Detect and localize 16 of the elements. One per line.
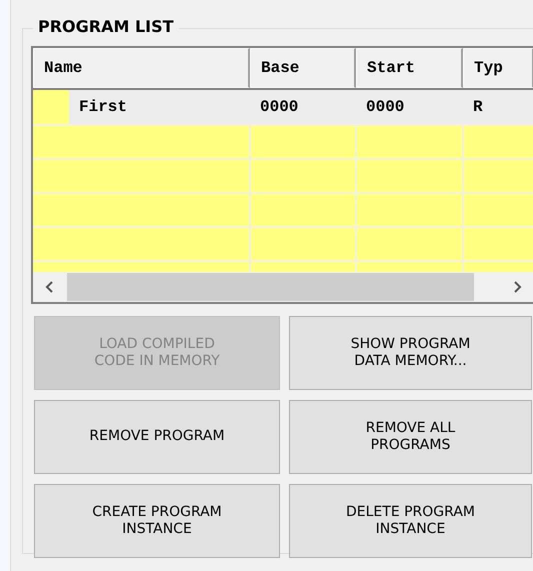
table-cell: 0000: [260, 98, 298, 116]
table-cell: 0000: [366, 98, 404, 116]
action-button[interactable]: DELETE PROGRAM INSTANCE: [289, 484, 532, 558]
table-cell: R: [473, 98, 483, 116]
column-header[interactable]: Base: [250, 48, 356, 88]
action-button[interactable]: REMOVE ALL PROGRAMS: [289, 400, 532, 474]
column-header[interactable]: Start: [356, 48, 463, 88]
column-header[interactable]: Name: [33, 48, 250, 88]
column-header[interactable]: Typ: [463, 48, 533, 88]
action-button[interactable]: REMOVE PROGRAM: [34, 400, 280, 474]
table-cell: First: [79, 98, 128, 116]
action-button[interactable]: CREATE PROGRAM INSTANCE: [34, 484, 280, 558]
table-row[interactable]: First 0000 0000 R: [33, 90, 533, 124]
action-button[interactable]: SHOW PROGRAM DATA MEMORY...: [289, 316, 532, 390]
scroll-thumb[interactable]: [67, 273, 474, 301]
horizontal-scrollbar[interactable]: [33, 272, 533, 302]
